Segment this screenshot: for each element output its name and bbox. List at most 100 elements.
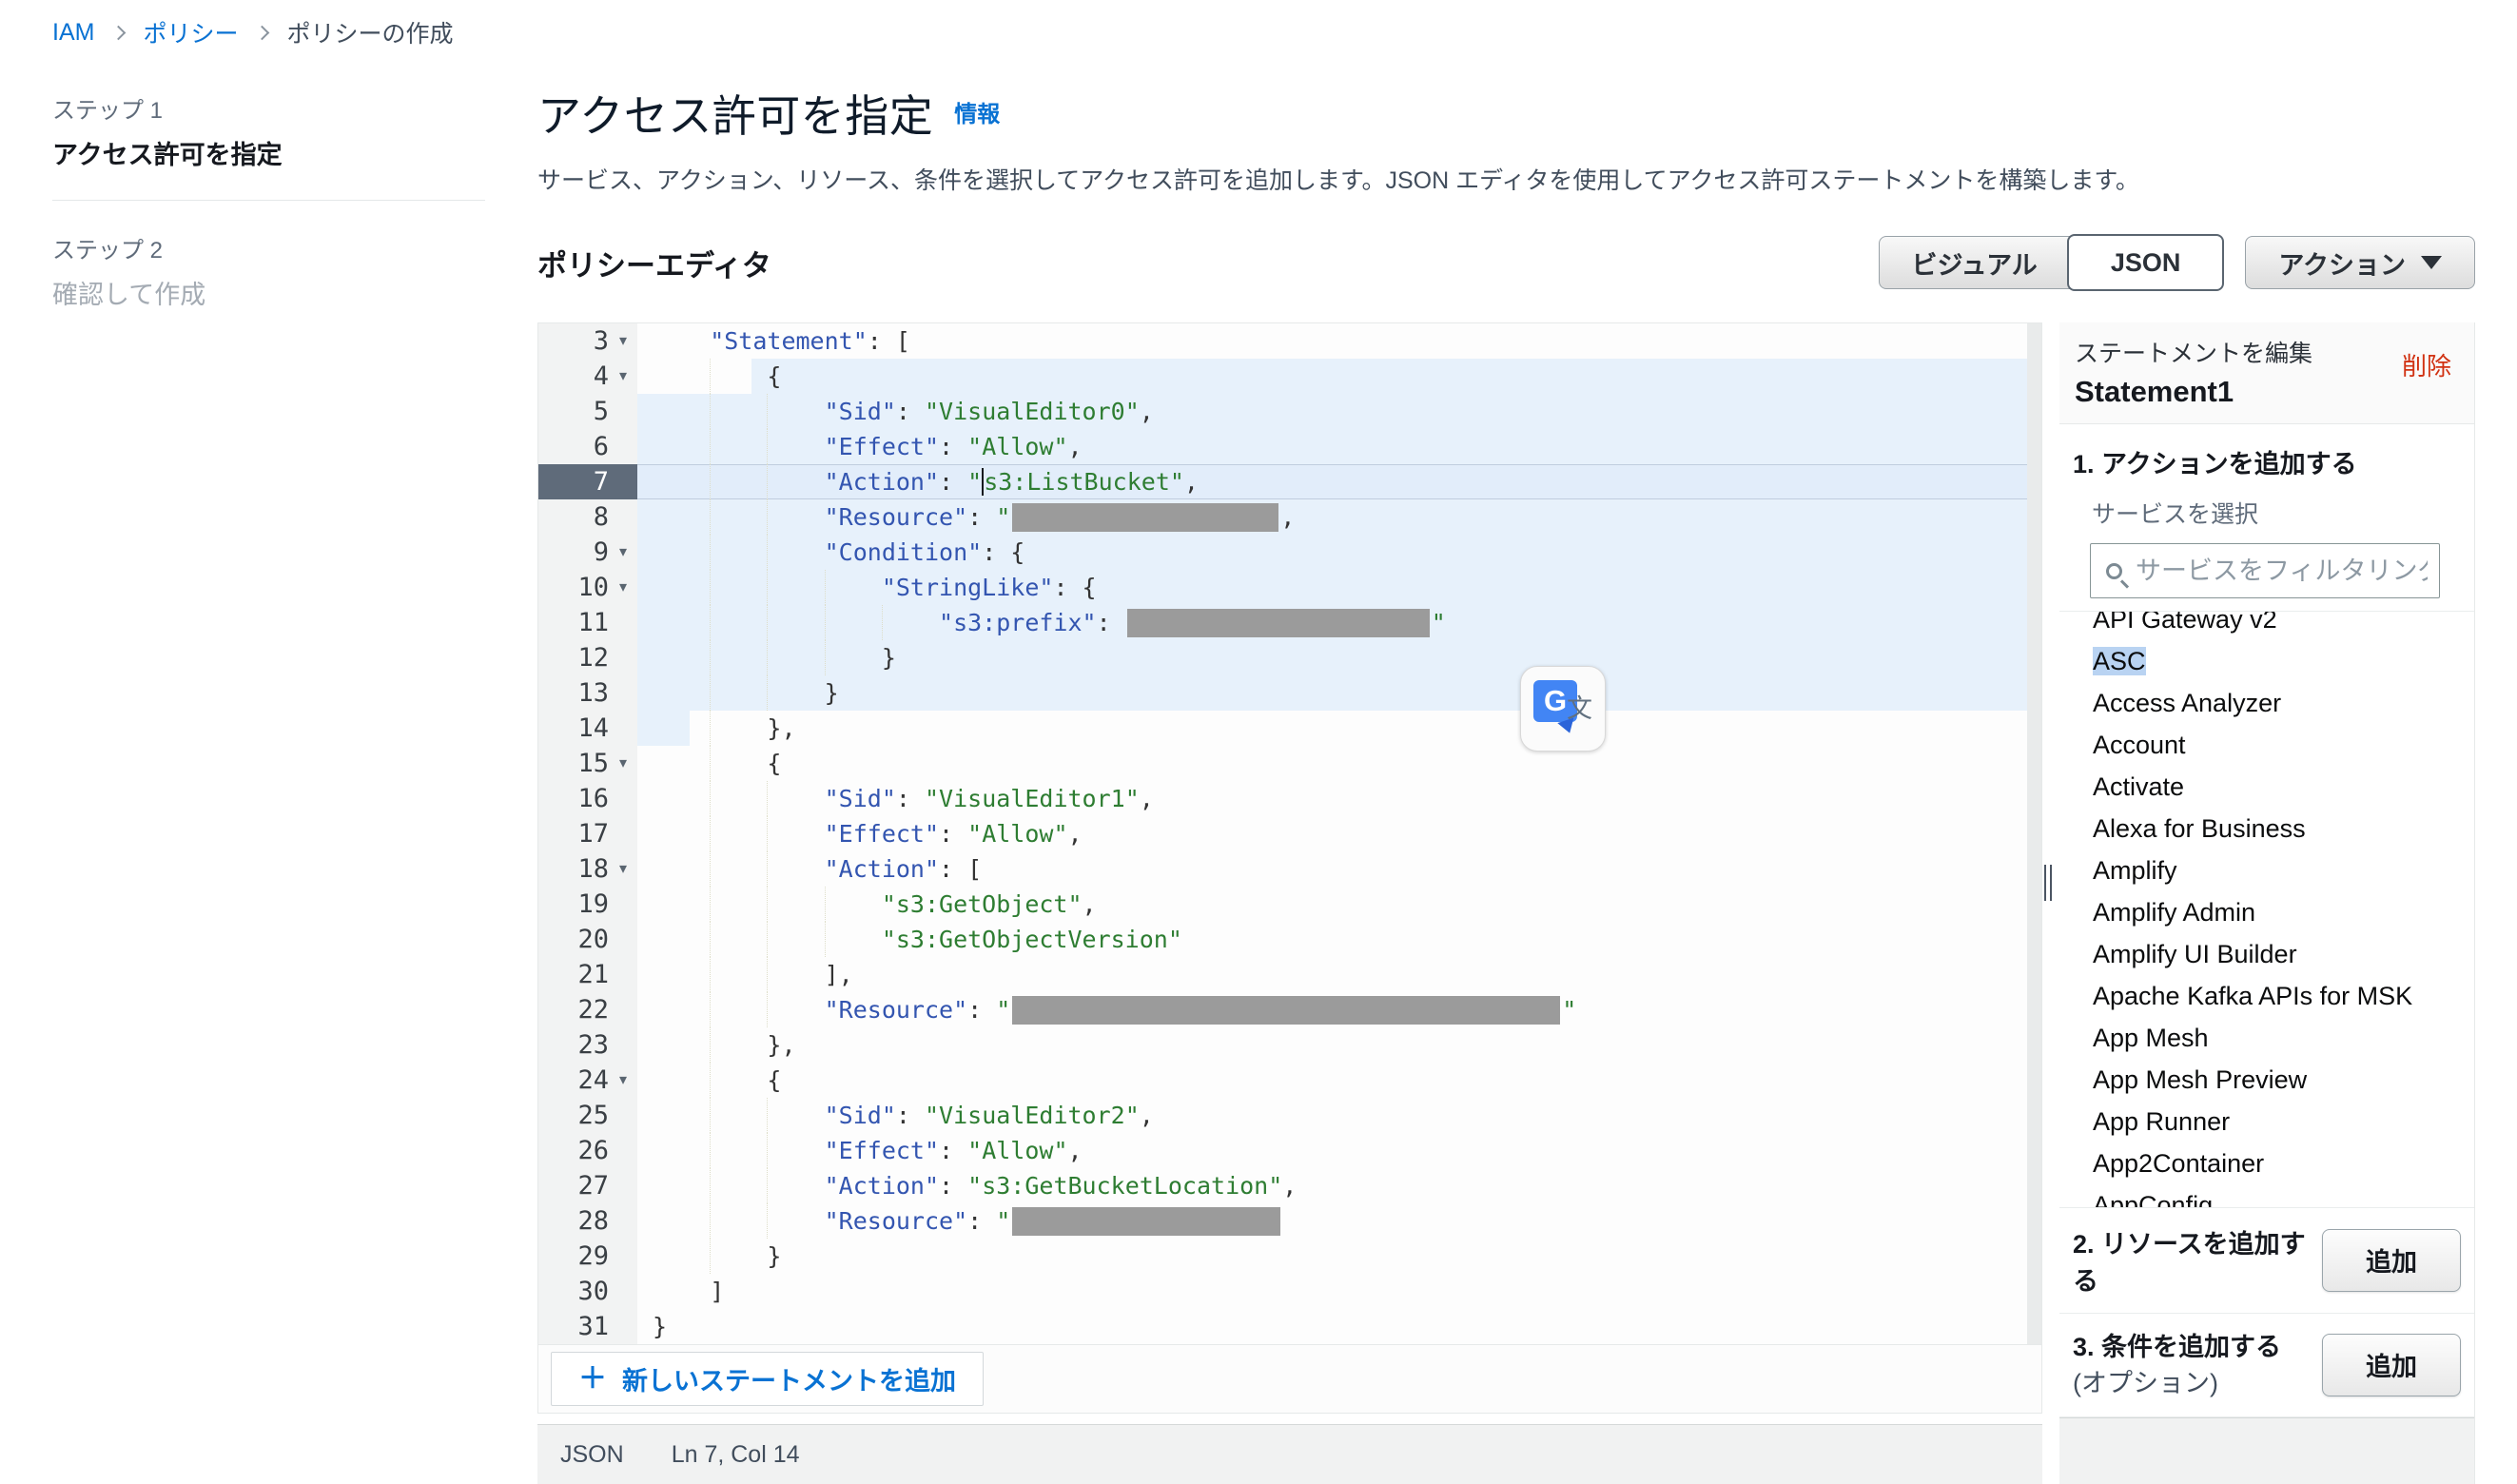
code-line-content: "s3:GetObjectVersion": [637, 922, 2041, 957]
breadcrumb-chevron-icon: [111, 25, 127, 40]
code-line-content: "Action": "s3:GetBucketLocation",: [637, 1168, 2041, 1203]
service-filter-input[interactable]: [2136, 556, 2428, 586]
service-list-item[interactable]: App Runner: [2093, 1101, 2474, 1142]
code-line[interactable]: 22"Resource": "": [538, 992, 2041, 1027]
line-number-gutter: 28: [538, 1203, 637, 1239]
service-list-item[interactable]: Activate: [2093, 766, 2474, 808]
line-number-gutter: 21: [538, 957, 637, 992]
resize-handle-icon[interactable]: [2044, 865, 2052, 901]
service-name: Account: [2093, 731, 2186, 759]
line-number-gutter: 12: [538, 640, 637, 675]
service-list-item[interactable]: Amplify: [2093, 849, 2474, 891]
line-number-gutter: 16: [538, 781, 637, 816]
service-name: Amplify UI Builder: [2093, 940, 2297, 968]
code-line-content: }: [637, 675, 2041, 711]
actions-dropdown-label: アクション: [2278, 244, 2406, 282]
code-line[interactable]: 18▾"Action": [: [538, 851, 2041, 887]
redacted-value: [1127, 609, 1430, 637]
code-line-content: "Resource": ",: [637, 499, 2041, 535]
google-translate-icon[interactable]: G 文: [1520, 666, 1606, 752]
service-name: App Runner: [2093, 1107, 2230, 1136]
code-line[interactable]: 7"Action": "s3:ListBucket",: [538, 464, 2041, 499]
code-line[interactable]: 30]: [538, 1274, 2041, 1309]
tab-json[interactable]: JSON: [2067, 234, 2225, 291]
code-line[interactable]: 23},: [538, 1027, 2041, 1063]
code-line-content: "Action": [: [637, 851, 2041, 887]
fold-icon[interactable]: ▾: [609, 570, 637, 605]
add-actions-section: 1. アクションを追加する サービスを選択: [2059, 424, 2474, 598]
service-list-item[interactable]: Access Analyzer: [2093, 682, 2474, 724]
code-line[interactable]: 24▾{: [538, 1063, 2041, 1098]
code-line[interactable]: 12}: [538, 640, 2041, 675]
service-list-item[interactable]: API Gateway v2: [2093, 611, 2474, 640]
line-number-gutter: 24▾: [538, 1063, 637, 1098]
tab-visual[interactable]: ビジュアル: [1879, 236, 2071, 289]
service-list-item[interactable]: Alexa for Business: [2093, 808, 2474, 849]
fold-icon[interactable]: ▾: [609, 746, 637, 781]
code-line[interactable]: 11"s3:prefix": ": [538, 605, 2041, 640]
code-line[interactable]: 20"s3:GetObjectVersion": [538, 922, 2041, 957]
code-line-content: "Resource": "": [637, 992, 2041, 1027]
breadcrumb-current: ポリシーの作成: [286, 15, 453, 49]
code-area[interactable]: 3▾"Statement": [4▾{5"Sid": "VisualEditor…: [538, 323, 2041, 1344]
code-line[interactable]: 6"Effect": "Allow",: [538, 429, 2041, 464]
breadcrumb-link-iam[interactable]: IAM: [52, 19, 94, 47]
redacted-value: [1012, 1207, 1280, 1236]
code-line[interactable]: 25"Sid": "VisualEditor2",: [538, 1098, 2041, 1133]
code-line[interactable]: 9▾"Condition": {: [538, 535, 2041, 570]
service-list-item[interactable]: ASC: [2093, 640, 2474, 682]
service-list-item[interactable]: Account: [2093, 724, 2474, 766]
service-list-item[interactable]: Amplify UI Builder: [2093, 933, 2474, 975]
add-resources-button[interactable]: 追加: [2322, 1229, 2461, 1292]
code-line[interactable]: 27"Action": "s3:GetBucketLocation",: [538, 1168, 2041, 1203]
service-list-item[interactable]: Apache Kafka APIs for MSK: [2093, 975, 2474, 1017]
code-line[interactable]: 29}: [538, 1239, 2041, 1274]
service-list-item[interactable]: App Mesh: [2093, 1017, 2474, 1059]
service-list-item[interactable]: Amplify Admin: [2093, 891, 2474, 933]
code-line[interactable]: 21],: [538, 957, 2041, 992]
code-line-content: "Sid": "VisualEditor0",: [637, 394, 2041, 429]
fold-icon[interactable]: ▾: [609, 535, 637, 570]
service-list-item[interactable]: App2Container: [2093, 1142, 2474, 1184]
code-line[interactable]: 8"Resource": ",: [538, 499, 2041, 535]
line-number-gutter: 25: [538, 1098, 637, 1133]
breadcrumb-chevron-icon: [255, 25, 270, 40]
code-line[interactable]: 10▾"StringLike": {: [538, 570, 2041, 605]
delete-statement-button[interactable]: 削除: [2402, 347, 2451, 382]
editor-vertical-scrollbar[interactable]: [2027, 323, 2041, 1344]
step1-label: ステップ 1: [52, 91, 485, 125]
code-line[interactable]: 19"s3:GetObject",: [538, 887, 2041, 922]
code-line[interactable]: 16"Sid": "VisualEditor1",: [538, 781, 2041, 816]
line-number-gutter: 20: [538, 922, 637, 957]
service-list[interactable]: API Gateway v2 ASC Access Analyzer Account A…: [2059, 611, 2474, 1208]
fold-icon[interactable]: ▾: [609, 851, 637, 887]
service-list-item[interactable]: App Mesh Preview: [2093, 1059, 2474, 1101]
add-conditions-title-suffix: (オプション): [2073, 1369, 2218, 1397]
service-name: ASC: [2093, 647, 2146, 675]
code-line[interactable]: 26"Effect": "Allow",: [538, 1133, 2041, 1168]
code-line[interactable]: 5"Sid": "VisualEditor0",: [538, 394, 2041, 429]
code-line[interactable]: 13}: [538, 675, 2041, 711]
code-line[interactable]: 28"Resource": ": [538, 1203, 2041, 1239]
service-list-item[interactable]: AppConfig: [2093, 1184, 2474, 1208]
line-number-gutter: 11: [538, 605, 637, 640]
code-line[interactable]: 17"Effect": "Allow",: [538, 816, 2041, 851]
code-line-content: "Effect": "Allow",: [637, 816, 2041, 851]
fold-icon[interactable]: ▾: [609, 359, 637, 394]
code-line[interactable]: 31}: [538, 1309, 2041, 1344]
info-link[interactable]: 情報: [954, 95, 1000, 128]
add-conditions-button[interactable]: 追加: [2322, 1334, 2461, 1396]
fold-icon[interactable]: ▾: [609, 323, 637, 359]
line-number-gutter: 7: [538, 464, 637, 499]
code-line-content: ],: [637, 957, 2041, 992]
code-line[interactable]: 15▾{: [538, 746, 2041, 781]
actions-dropdown-button[interactable]: アクション: [2245, 236, 2475, 289]
fold-icon[interactable]: ▾: [609, 1063, 637, 1098]
code-line[interactable]: 3▾"Statement": [: [538, 323, 2041, 359]
add-statement-button[interactable]: ＋ 新しいステートメントを追加: [551, 1352, 984, 1406]
chevron-down-icon: [2421, 256, 2442, 269]
code-line[interactable]: 14},: [538, 711, 2041, 746]
breadcrumb-link-policies[interactable]: ポリシー: [143, 15, 238, 49]
code-line[interactable]: 4▾{: [538, 359, 2041, 394]
json-editor: 3▾"Statement": [4▾{5"Sid": "VisualEditor…: [537, 322, 2042, 1414]
